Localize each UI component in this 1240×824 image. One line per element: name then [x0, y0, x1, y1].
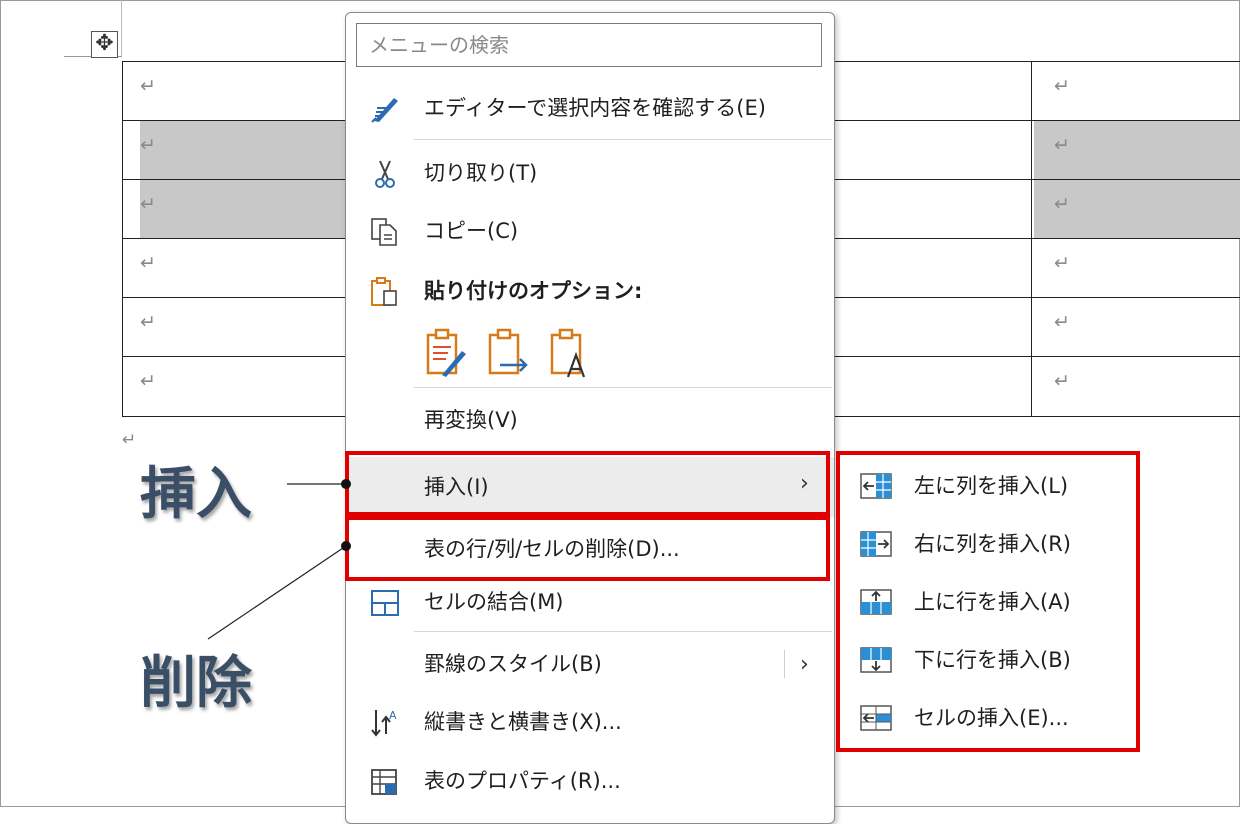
- editor-pen-icon: [371, 98, 398, 123]
- menu-item-editor-review[interactable]: エディターで選択内容を確認する(E): [346, 84, 834, 132]
- menu-item-label: セルの結合(M): [424, 590, 564, 614]
- paragraph-mark: ↵: [1054, 75, 1070, 97]
- svg-text:A: A: [389, 709, 397, 722]
- table-cell[interactable]: ↵: [1034, 238, 1240, 297]
- table-move-handle-icon[interactable]: ✥: [91, 31, 118, 58]
- context-menu: エディターで選択内容を確認する(E) 切り取り(T) コピー(C) 貼り付けのオ…: [345, 12, 835, 824]
- chevron-right-icon[interactable]: ›: [800, 652, 809, 677]
- table-cell[interactable]: ↵: [1034, 297, 1240, 356]
- paragraph-mark: ↵: [122, 430, 137, 450]
- highlight-box-insert: [345, 451, 830, 516]
- table-cell[interactable]: ↵: [1034, 179, 1240, 238]
- table-properties-icon: [371, 769, 397, 795]
- paste-options-header: 貼り付けのオプション:: [346, 267, 834, 315]
- menu-item-label: 再変換(V): [424, 408, 518, 432]
- table-cell[interactable]: ↵: [140, 120, 346, 179]
- scissors-icon: [375, 160, 395, 188]
- table-border: [1031, 61, 1032, 417]
- submenu-divider: [784, 650, 785, 678]
- menu-item-table-properties[interactable]: 表のプロパティ(R)...: [346, 757, 834, 805]
- menu-item-label: エディターで選択内容を確認する(E): [424, 96, 766, 120]
- menu-separator: [414, 139, 832, 140]
- menu-item-text-direction[interactable]: A 縦書きと横書き(X)...: [346, 698, 834, 746]
- page-margin-line-vertical: [121, 0, 122, 56]
- paste-icon: [371, 277, 397, 306]
- paragraph-mark: ↵: [140, 75, 156, 97]
- table-cell[interactable]: ↵: [140, 61, 346, 120]
- paragraph-mark: ↵: [1054, 311, 1070, 333]
- paragraph-mark: ↵: [140, 370, 156, 392]
- menu-search-input[interactable]: [356, 23, 822, 67]
- menu-separator: [414, 387, 832, 388]
- paragraph-mark: ↵: [140, 193, 156, 215]
- text-direction-icon: A: [371, 709, 397, 737]
- table-cell[interactable]: ↵: [1034, 61, 1240, 120]
- table-cell[interactable]: ↵: [1034, 120, 1240, 179]
- menu-item-border-styles[interactable]: 罫線のスタイル(B) ›: [346, 640, 834, 688]
- highlight-box-delete: [345, 516, 830, 581]
- paragraph-mark: ↵: [1054, 193, 1070, 215]
- merge-cells-icon: [371, 590, 399, 616]
- paragraph-mark: ↵: [1054, 252, 1070, 274]
- table-cell[interactable]: ↵: [1034, 356, 1240, 415]
- callout-insert-label: 挿入: [140, 462, 252, 527]
- paragraph-mark: ↵: [140, 134, 156, 156]
- menu-item-reconvert[interactable]: 再変換(V): [346, 396, 834, 444]
- menu-separator: [414, 631, 832, 632]
- copy-icon: [371, 218, 397, 246]
- keep-source-formatting-icon[interactable]: [424, 327, 468, 379]
- menu-item-label: 貼り付けのオプション:: [424, 279, 643, 303]
- menu-item-cut[interactable]: 切り取り(T): [346, 149, 834, 197]
- paragraph-mark: ↵: [140, 311, 156, 333]
- paragraph-mark: ↵: [1054, 370, 1070, 392]
- menu-item-label: 縦書きと横書き(X)...: [424, 710, 622, 734]
- menu-item-merge-cells[interactable]: セルの結合(M): [346, 578, 834, 626]
- menu-item-label: 罫線のスタイル(B): [424, 652, 602, 676]
- table-cell[interactable]: ↵: [140, 356, 346, 415]
- paragraph-mark: ↵: [140, 252, 156, 274]
- highlight-box-submenu: [836, 451, 1140, 752]
- table-cell[interactable]: ↵: [140, 238, 346, 297]
- menu-item-label: 切り取り(T): [424, 161, 538, 185]
- paragraph-mark: ↵: [1054, 134, 1070, 156]
- keep-text-only-icon[interactable]: [548, 327, 592, 379]
- table-border: [122, 61, 123, 417]
- table-cell[interactable]: ↵: [140, 179, 346, 238]
- callout-delete-label: 削除: [140, 651, 252, 716]
- menu-item-label: 表のプロパティ(R)...: [424, 769, 621, 793]
- merge-formatting-icon[interactable]: [486, 327, 530, 379]
- menu-item-copy[interactable]: コピー(C): [346, 207, 834, 255]
- menu-item-label: コピー(C): [424, 219, 519, 243]
- table-cell[interactable]: ↵: [140, 297, 346, 356]
